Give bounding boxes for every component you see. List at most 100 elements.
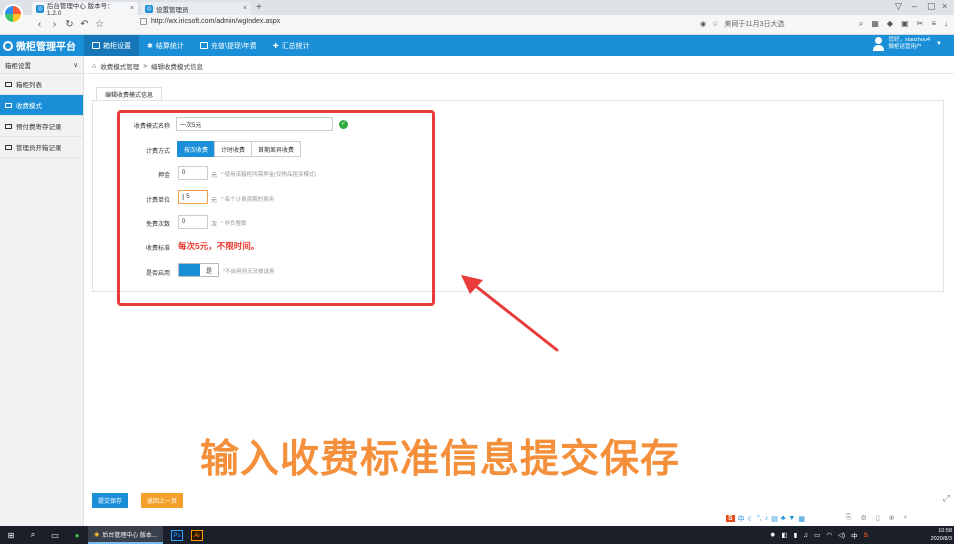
tab-admin-settings[interactable]: ◎ 设置管理员 × [141,2,251,15]
browser-logo-icon[interactable] [3,4,23,24]
shirt-icon[interactable]: ▼ [788,515,795,522]
close-window-icon[interactable]: × [942,1,947,11]
page-info-icon [140,18,147,25]
breadcrumb-current: 编辑收费模式信息 [151,64,204,71]
tray-sogou-icon[interactable]: S [864,532,868,539]
pin-icon: ✚ [272,42,279,50]
shield-icon[interactable]: ◉ [700,20,706,28]
topnav-recharge[interactable]: 充值\提现\年费 [192,35,265,56]
tray-battery-icon[interactable]: ▮ [794,531,798,539]
bookmark-star-icon[interactable]: ☆ [92,19,107,30]
task-view-icon[interactable]: ▭ [44,531,66,540]
sogou-ime-icon[interactable]: S [726,515,735,522]
search-icon[interactable]: ⌕ [22,530,44,540]
sidebar-item-label: 管理员开箱记录 [16,145,62,152]
tray-volume-icon[interactable]: ♫ [803,532,808,539]
scissors-icon[interactable]: ✂ [917,19,924,29]
sidebar-item-admin-open-records[interactable]: 管理员开箱记录 [0,137,83,158]
wechat-icon[interactable]: ● [66,531,88,540]
sidebar: 箱柜设置 ∨ 箱柜列表 收费模式 预付费寄存记录 管理员开箱记录 [0,56,84,526]
illustrator-icon[interactable]: Ai [190,529,203,541]
app-logo[interactable]: 微柜管理平台 [0,38,84,53]
game-icon[interactable]: ◆ [887,19,893,29]
ime-toolbar: S 中 ☾ °, ♪ ▤ ♣ ▼ ▦ [726,513,805,524]
back-icon[interactable]: ‹ [32,19,47,30]
punctuation-icon[interactable]: °, [757,515,762,522]
menu-icon[interactable]: ▽ [895,1,902,12]
submit-button[interactable]: 提交保存 [92,493,129,508]
tab-edit-charge-mode[interactable]: 编辑收费模式信息 [96,87,163,101]
sidebar-item-charge-mode[interactable]: 收费模式 [0,95,83,116]
share-icon[interactable]: ⎘ [846,514,852,522]
tray-speaker-icon[interactable]: ◁) [838,531,845,539]
url-text: http://wx.iricsoft.com/admin/wgIndex.asp… [151,18,281,25]
trash-icon[interactable]: ▯ [876,514,880,522]
breadcrumb-parent[interactable]: 收费模式管理 [100,61,139,71]
card-icon [199,42,208,49]
tray-app-icon[interactable]: ✹ [770,531,775,539]
user-menu[interactable]: 您好，xiaozhou4 微柜运营用户 ▼ [873,37,942,51]
maximize-icon[interactable]: ▢ [927,1,936,12]
expand-icon[interactable]: ⤢ [943,493,950,504]
more-icon[interactable]: ≡ [931,19,936,29]
search-icon[interactable]: ⌕ [904,514,908,522]
topnav-summary[interactable]: ✚ 汇总统计 [265,35,318,56]
refresh-icon[interactable]: ↻ [62,19,77,30]
keyboard-icon[interactable]: ▤ [771,515,778,523]
tab-close-icon[interactable]: × [243,5,247,12]
ime-language-indicator[interactable]: 中 [738,514,745,524]
download-icon[interactable]: ↓ [944,19,948,29]
topnav-locker-settings[interactable]: 箱柜设置 [84,35,139,56]
tab-admin-center[interactable]: ◎ 后台管理中心 版本号：1.2.0 × [32,2,138,17]
windows-start-icon[interactable]: ⊞ [0,531,22,540]
sidebar-item-label: 箱柜列表 [16,82,42,89]
monitor-icon [92,42,100,49]
tray-language[interactable]: 中 [851,530,858,540]
tray-display-icon[interactable]: ▭ [814,531,820,539]
list-icon [5,81,12,87]
heart-icon[interactable]: ☆ [712,20,718,28]
logo-icon [3,40,13,51]
sidebar-header-label: 箱柜设置 [5,62,31,70]
new-tab-button[interactable]: + [256,2,262,13]
sidebar-item-label: 预付费寄存记录 [16,124,62,131]
search-icon[interactable]: ⌕ [859,19,863,29]
chevron-down-icon: ▼ [936,40,942,47]
sidebar-item-label: 收费模式 [16,103,42,110]
topnav-label: 结算统计 [155,42,184,50]
microphone-icon[interactable]: ♪ [765,515,769,522]
sidebar-item-prepaid-records[interactable]: 预付费寄存记录 [0,116,83,137]
divider [84,73,954,74]
gallery-icon[interactable]: ▣ [901,19,909,29]
tray-wifi-icon[interactable]: ◠ [826,531,832,539]
app-favicon-icon: ◎ [36,4,44,13]
url-field[interactable]: http://wx.iricsoft.com/admin/wgIndex.asp… [140,18,280,25]
taskbar: ⊞ ⌕ ▭ ● ◉ 后台管理中心 版本... Ps Ai ✹ ◧ ▮ ♫ ▭ ◠… [0,526,954,544]
tray-network-icon[interactable]: ◧ [781,531,787,539]
undo-icon[interactable]: ↶ [77,19,92,30]
minimize-icon[interactable]: – [912,1,917,11]
tab-close-icon[interactable]: × [130,5,134,12]
topnav-settlement[interactable]: ✱ 结算统计 [139,35,192,56]
zoom-icon[interactable]: ⊕ [889,514,895,522]
news-ticker[interactable]: 美网于11月3日大选 [724,19,784,29]
sidebar-header[interactable]: 箱柜设置 ∨ [0,56,83,74]
settings-icon[interactable]: ⚙ [861,514,867,522]
topnav-label: 箱柜设置 [103,42,131,50]
moon-icon[interactable]: ☾ [748,515,754,523]
photoshop-icon[interactable]: Ps [170,529,183,541]
back-button[interactable]: 返回上一页 [141,493,184,508]
taskbar-browser-app[interactable]: ◉ 后台管理中心 版本... [88,526,163,544]
forward-icon[interactable]: › [47,19,62,30]
sidebar-item-locker-list[interactable]: 箱柜列表 [0,74,83,95]
home-icon[interactable]: ⌂ [92,63,96,70]
skin-icon[interactable]: ♣ [781,515,786,522]
annotation-arrow-icon [461,275,559,352]
user-greeting: 您好，xiaozhou4 [888,37,931,43]
grid-icon[interactable]: ▦ [798,515,805,523]
video-caption: 输入收费标准信息提交保存 [200,437,681,482]
apps-icon[interactable]: ▦ [871,19,879,29]
system-clock[interactable]: 10:58 2020/8/3 [931,527,952,543]
browser-tab-bar: ◎ 后台管理中心 版本号：1.2.0 × ◎ 设置管理员 × + ▽ – ▢ × [0,0,954,17]
breadcrumb: ⌂ 收费模式管理 > 编辑收费模式信息 [92,61,204,72]
